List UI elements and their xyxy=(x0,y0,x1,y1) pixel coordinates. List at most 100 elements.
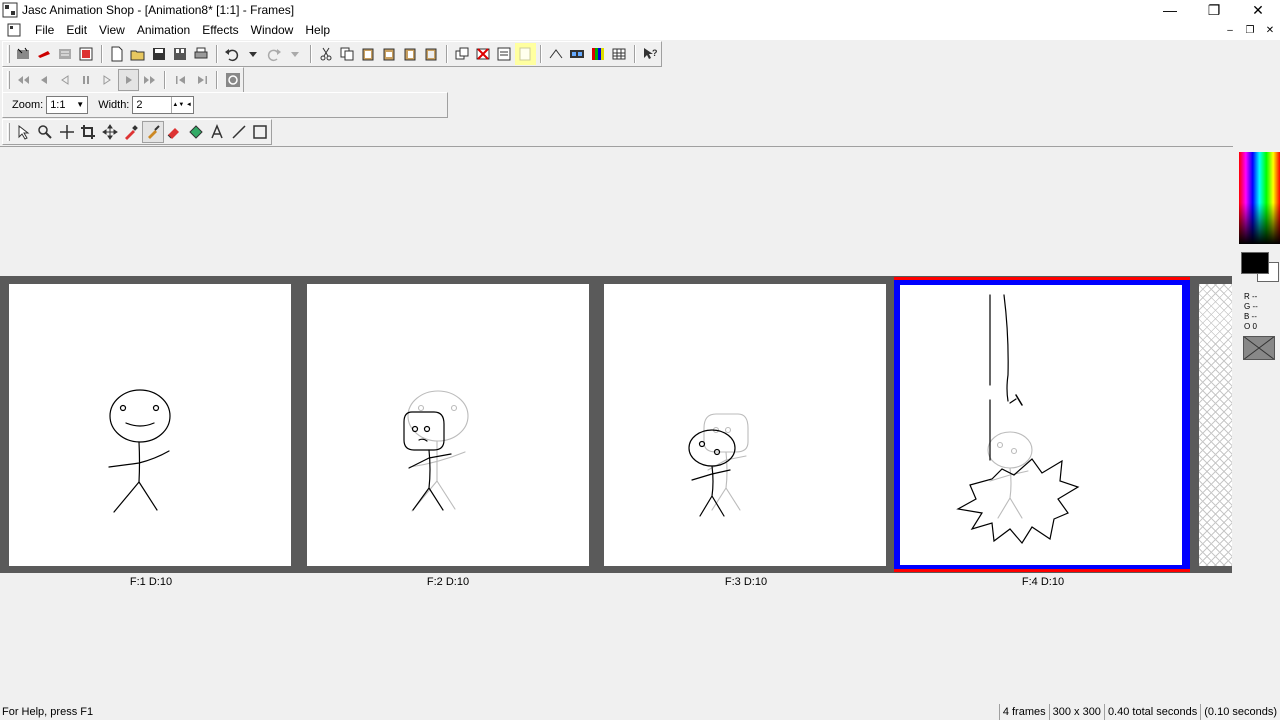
paste-after-button[interactable] xyxy=(400,43,421,65)
frame-properties-button[interactable] xyxy=(494,43,515,65)
play-icon xyxy=(103,75,112,85)
delete-frames-button[interactable] xyxy=(473,43,494,65)
menu-help[interactable]: Help xyxy=(299,23,336,37)
mdi-minimize-button[interactable]: – xyxy=(1220,22,1240,38)
frame-4-selected[interactable] xyxy=(894,277,1190,572)
slider-popup-icon[interactable]: ◄ xyxy=(184,97,193,113)
toolbar-grip[interactable] xyxy=(7,71,10,89)
play-button[interactable] xyxy=(97,69,118,91)
zoom-label: Zoom: xyxy=(12,99,44,111)
spinner-arrows-icon[interactable]: ▲▼ xyxy=(172,97,184,113)
paste-into-button[interactable] xyxy=(421,43,442,65)
arrow-tool[interactable] xyxy=(13,121,35,143)
context-help-button[interactable]: ? xyxy=(640,43,661,65)
view-animation-icon xyxy=(550,49,563,59)
minimize-button[interactable]: — xyxy=(1148,0,1192,20)
redo-button[interactable] xyxy=(264,43,285,65)
menu-file[interactable]: File xyxy=(29,23,60,37)
blue-value: B -- xyxy=(1244,312,1257,321)
paste-before-button[interactable] xyxy=(379,43,400,65)
mdi-close-button[interactable]: ✕ xyxy=(1260,22,1280,38)
toolbar-separator xyxy=(309,45,312,63)
paintbrush-tool[interactable] xyxy=(141,121,164,143)
crop-tool[interactable] xyxy=(77,121,99,143)
preview-button[interactable] xyxy=(76,43,97,65)
width-spinner[interactable]: 2 ▲▼ ◄ xyxy=(132,96,195,114)
zoom-tool[interactable] xyxy=(34,121,56,143)
mover-tool[interactable] xyxy=(56,121,78,143)
flood-fill-tool[interactable] xyxy=(185,121,207,143)
restore-button[interactable]: ❐ xyxy=(1192,0,1236,20)
toolbar-separator xyxy=(633,45,636,63)
frame-3[interactable] xyxy=(604,284,886,566)
onion-skin-button[interactable] xyxy=(514,43,536,65)
foreground-color-swatch[interactable] xyxy=(1241,252,1269,274)
paintbrush-icon xyxy=(147,125,160,139)
color-spectrum[interactable] xyxy=(1239,152,1280,244)
toolbar-grip[interactable] xyxy=(7,123,10,141)
palette-icon xyxy=(592,48,605,60)
last-frame-button[interactable] xyxy=(139,69,160,91)
next-frame-button[interactable] xyxy=(117,69,140,91)
loop-button[interactable] xyxy=(222,69,243,91)
frame-2[interactable] xyxy=(307,284,589,566)
paste-as-new-button[interactable] xyxy=(358,43,379,65)
frame-2-drawing xyxy=(403,390,469,512)
rewind-icon xyxy=(18,76,30,84)
optimization-wizard-button[interactable] xyxy=(55,43,76,65)
new-button[interactable] xyxy=(107,43,128,65)
menu-edit[interactable]: Edit xyxy=(60,23,93,37)
filmstrip-button[interactable] xyxy=(567,43,588,65)
save-as-button[interactable] xyxy=(170,43,191,65)
crop-icon xyxy=(81,125,96,139)
undo-button[interactable] xyxy=(222,43,243,65)
undo-dropdown[interactable] xyxy=(243,43,264,65)
menu-effects[interactable]: Effects xyxy=(196,23,244,37)
save-button[interactable] xyxy=(149,43,170,65)
play-reverse-button[interactable] xyxy=(55,69,76,91)
menu-bar: File Edit View Animation Effects Window … xyxy=(0,20,1280,40)
previous-frame-button[interactable] xyxy=(34,69,55,91)
text-tool[interactable] xyxy=(207,121,229,143)
scissors-icon xyxy=(320,47,332,61)
banner-wizard-button[interactable] xyxy=(34,43,55,65)
mdi-restore-button[interactable]: ❐ xyxy=(1240,22,1260,38)
frame-insert-placeholder[interactable] xyxy=(1199,284,1232,566)
move-tool[interactable] xyxy=(99,121,121,143)
menu-view[interactable]: View xyxy=(93,23,131,37)
document-icon[interactable] xyxy=(7,23,21,37)
close-button[interactable]: ✕ xyxy=(1236,0,1280,20)
insert-frames-button[interactable] xyxy=(452,43,473,65)
palette-button[interactable] xyxy=(588,43,609,65)
print-button[interactable] xyxy=(191,43,212,65)
app-icon xyxy=(2,2,18,18)
open-button[interactable] xyxy=(128,43,149,65)
redo-dropdown[interactable] xyxy=(285,43,306,65)
view-animation-button[interactable] xyxy=(546,43,567,65)
loop-icon xyxy=(225,73,240,87)
go-to-start-button[interactable] xyxy=(170,69,191,91)
copy-button[interactable] xyxy=(337,43,358,65)
svg-text:?: ? xyxy=(652,48,658,58)
line-tool[interactable] xyxy=(228,121,250,143)
frame-1[interactable] xyxy=(9,284,291,566)
cut-button[interactable] xyxy=(316,43,337,65)
open-folder-icon xyxy=(130,50,145,61)
transparent-color-swatch[interactable] xyxy=(1243,336,1275,360)
menu-window[interactable]: Window xyxy=(245,23,300,37)
banner-icon xyxy=(38,51,51,58)
eraser-tool[interactable] xyxy=(164,121,186,143)
animation-wizard-button[interactable] xyxy=(13,43,34,65)
menu-animation[interactable]: Animation xyxy=(131,23,196,37)
toolbar-grip[interactable] xyxy=(7,45,10,63)
frames-workspace[interactable]: F:1 D:10 F:2 D:10 F:3 D:10 F:4 D:10 xyxy=(0,146,1233,704)
first-frame-button[interactable] xyxy=(13,69,34,91)
shape-tool[interactable] xyxy=(250,121,272,143)
color-values: R -- G -- B -- O 0 xyxy=(1244,292,1258,332)
dropper-tool[interactable] xyxy=(120,121,142,143)
zoom-select[interactable]: 1:1 ▼ xyxy=(46,96,89,114)
pause-button[interactable] xyxy=(76,69,97,91)
zoom-value: 1:1 xyxy=(50,99,66,111)
go-to-end-button[interactable] xyxy=(191,69,212,91)
frame-grid-button[interactable] xyxy=(609,43,630,65)
